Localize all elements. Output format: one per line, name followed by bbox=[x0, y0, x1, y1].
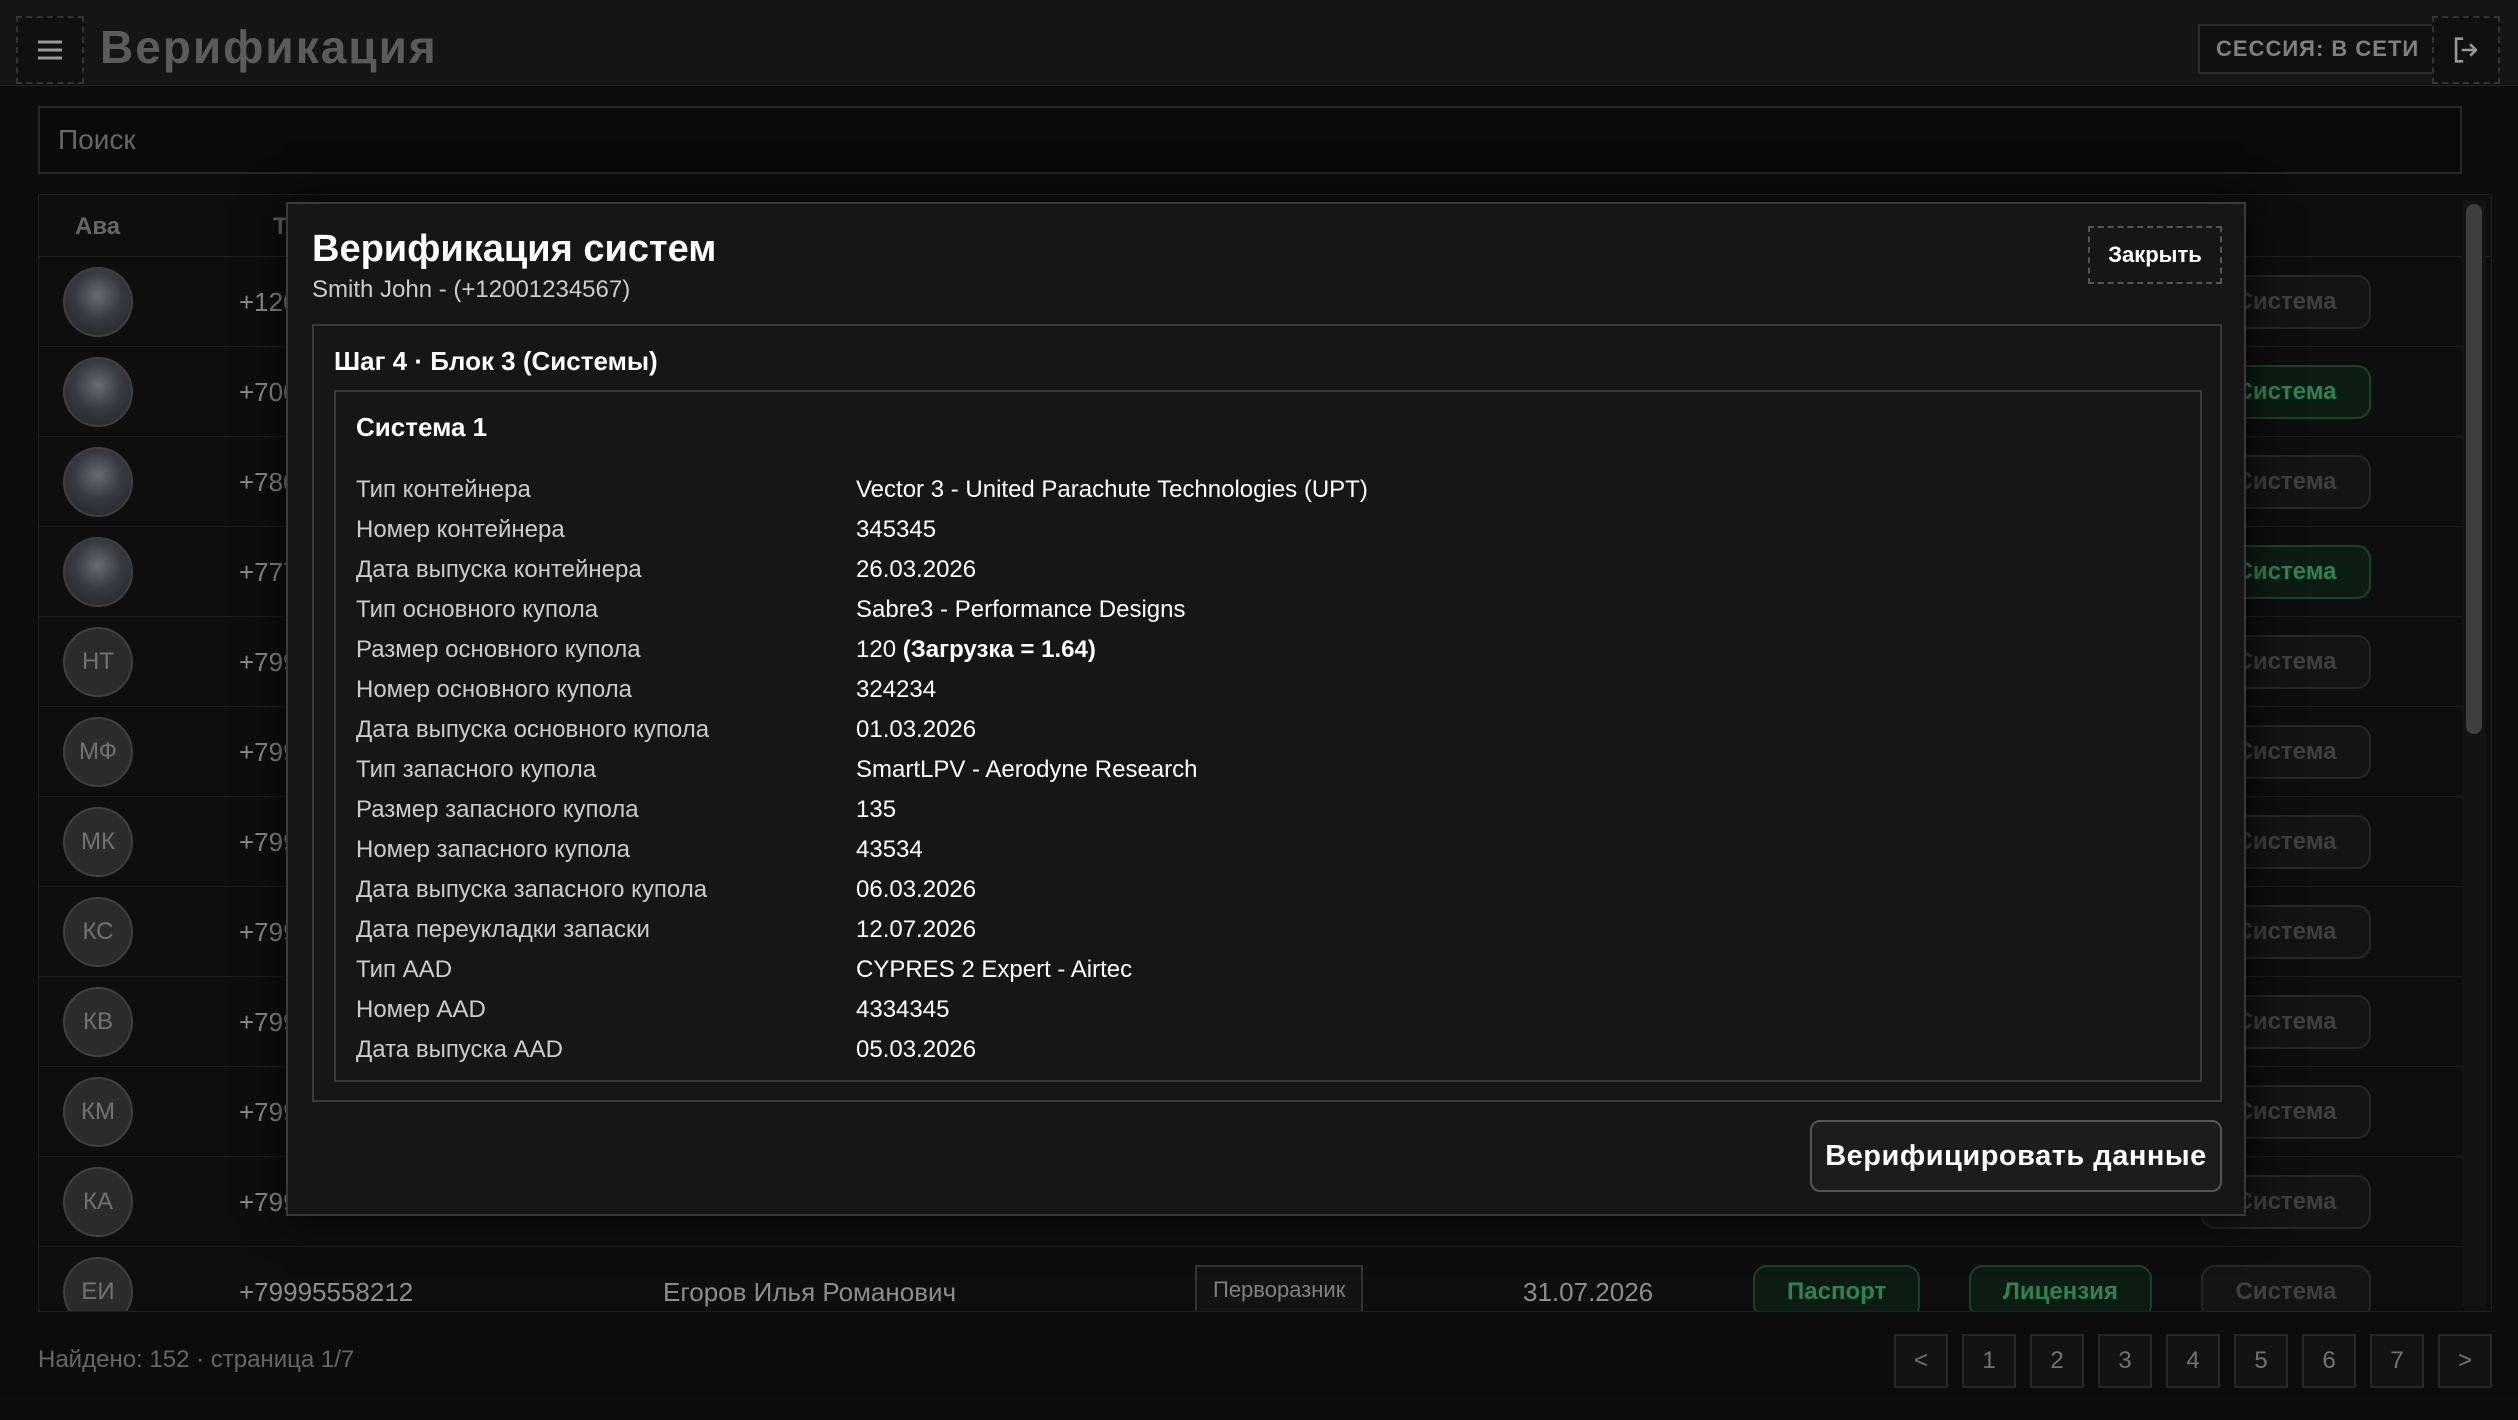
field-row: Дата выпуска запасного купола 06.03.2026 bbox=[356, 876, 2176, 916]
field-row: Размер запасного купола 135 bbox=[356, 796, 2176, 836]
field-label: Тип контейнера bbox=[356, 476, 531, 503]
field-value: 05.03.2026 bbox=[856, 1036, 977, 1063]
field-extra: (Загрузка = 1.64) bbox=[902, 636, 1096, 663]
field-row: Номер контейнера 345345 bbox=[356, 516, 2176, 556]
field-value: 06.03.2026 bbox=[856, 876, 977, 903]
field-label: Размер основного купола bbox=[356, 636, 641, 663]
close-button[interactable]: Закрыть bbox=[2088, 226, 2222, 284]
field-row: Дата выпуска контейнера 26.03.2026 bbox=[356, 556, 2176, 596]
field-label: Размер запасного купола bbox=[356, 796, 639, 823]
field-label: Номер AAD bbox=[356, 996, 486, 1023]
field-value: 135 bbox=[856, 796, 897, 823]
field-row: Дата выпуска AAD 05.03.2026 bbox=[356, 1036, 2176, 1076]
field-value: 4334345 bbox=[856, 996, 950, 1023]
field-value: Vector 3 - United Parachute Technologies… bbox=[856, 476, 1368, 503]
system-block: Система 1 Тип контейнера Vector 3 - Unite… bbox=[334, 390, 2202, 1082]
field-row: Дата переукладки запаски 12.07.2026 bbox=[356, 916, 2176, 956]
modal-subtitle: Smith John - (+12001234567) bbox=[312, 276, 631, 303]
field-value: SmartLPV - Aerodyne Research bbox=[856, 756, 1198, 783]
field-row: Тип AAD CYPRES 2 Expert - Airtec bbox=[356, 956, 2176, 996]
field-value: 43534 bbox=[856, 836, 923, 863]
field-label: Тип запасного купола bbox=[356, 756, 597, 783]
field-label: Тип основного купола bbox=[356, 596, 599, 623]
system-title: Система 1 bbox=[356, 412, 488, 442]
field-value: 26.03.2026 bbox=[856, 556, 977, 583]
field-label: Тип AAD bbox=[356, 956, 453, 983]
modal-title: Верификация систем bbox=[312, 228, 717, 270]
field-label: Номер запасного купола bbox=[356, 836, 631, 863]
field-row: Размер основного купола 120 (Загрузка = 1… bbox=[356, 636, 2176, 676]
field-label: Дата выпуска запасного купола bbox=[356, 876, 708, 903]
field-row: Тип основного купола Sabre3 - Performance… bbox=[356, 596, 2176, 636]
field-value: Sabre3 - Performance Designs bbox=[856, 596, 1186, 623]
field-row: Номер AAD 4334345 bbox=[356, 996, 2176, 1036]
field-label: Дата переукладки запаски bbox=[356, 916, 650, 943]
step-block: Шаг 4 · Блок 3 (Системы) Система 1 Тип к… bbox=[312, 324, 2222, 1102]
field-value: 01.03.2026 bbox=[856, 716, 977, 743]
step-title: Шаг 4 · Блок 3 (Системы) bbox=[334, 346, 658, 376]
field-label: Номер контейнера bbox=[356, 516, 565, 543]
field-label: Дата выпуска AAD bbox=[356, 1036, 563, 1063]
field-row: Номер основного купола 324234 bbox=[356, 676, 2176, 716]
field-row: Тип запасного купола SmartLPV - Aerodyne … bbox=[356, 756, 2176, 796]
field-row: Тип контейнера Vector 3 - United Parachut… bbox=[356, 476, 2176, 516]
field-value: 324234 bbox=[856, 676, 937, 703]
field-value: 120 (Загрузка = 1.64) bbox=[856, 636, 1096, 663]
verification-modal: Верификация систем Smith John - (+120012… bbox=[286, 202, 2246, 1216]
field-value: CYPRES 2 Expert - Airtec bbox=[856, 956, 1133, 983]
field-row: Номер запасного купола 43534 bbox=[356, 836, 2176, 876]
field-label: Номер основного купола bbox=[356, 676, 633, 703]
field-value: 12.07.2026 bbox=[856, 916, 977, 943]
verify-data-button[interactable]: Верифицировать данные bbox=[1810, 1120, 2222, 1192]
field-label: Дата выпуска контейнера bbox=[356, 556, 642, 583]
field-value: 345345 bbox=[856, 516, 937, 543]
field-label: Дата выпуска основного купола bbox=[356, 716, 710, 743]
field-row: Дата выпуска основного купола 01.03.2026 bbox=[356, 716, 2176, 756]
